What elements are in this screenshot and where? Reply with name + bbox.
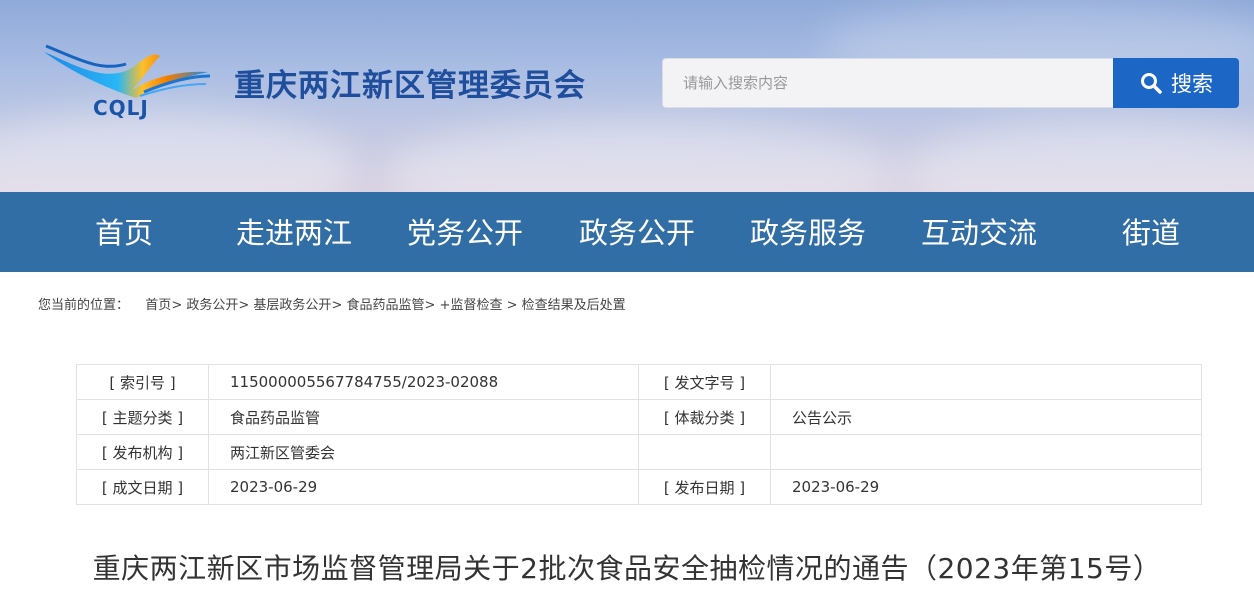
cqlj-logo-icon	[44, 44, 211, 98]
main-nav: 首页 走进两江 党务公开 政务公开 政务服务 互动交流 街道	[0, 192, 1254, 272]
meta-label: [ 发布机构 ]	[76, 434, 209, 470]
meta-label: [ 体裁分类 ]	[638, 399, 771, 435]
header-cloud	[900, 120, 1254, 192]
breadcrumb-item[interactable]: 检查结果及后处置	[522, 298, 626, 313]
nav-item-home[interactable]: 首页	[95, 192, 153, 272]
table-row: [ 主题分类 ] 食品药品监管 [ 体裁分类 ] 公告公示	[76, 399, 1202, 435]
search-input[interactable]	[662, 58, 1114, 108]
breadcrumb-item[interactable]: 基层政务公开	[253, 298, 331, 313]
breadcrumb-item[interactable]: 首页	[145, 298, 171, 313]
breadcrumb-item[interactable]: 政务公开	[186, 298, 238, 313]
logo-text: CQLJ	[93, 96, 149, 120]
meta-label: [ 成文日期 ]	[76, 469, 209, 505]
nav-item-government-affairs[interactable]: 政务公开	[579, 192, 695, 272]
meta-value: 公告公示	[770, 399, 1202, 435]
breadcrumb-separator: >	[506, 298, 518, 313]
meta-label: [ 主题分类 ]	[76, 399, 209, 435]
breadcrumb-separator: >	[424, 298, 436, 313]
article-title: 重庆两江新区市场监督管理局关于2批次食品安全抽检情况的通告（2023年第15号）	[92, 552, 1162, 585]
breadcrumb-item[interactable]: +监督检查	[440, 298, 503, 313]
breadcrumb-item[interactable]: 食品药品监管	[346, 298, 424, 313]
table-row: [ 发布机构 ] 两江新区管委会	[76, 434, 1202, 470]
breadcrumb-separator: >	[238, 298, 250, 313]
meta-label: [ 索引号 ]	[76, 364, 209, 400]
search-icon	[1141, 73, 1162, 94]
search-button[interactable]: 搜索	[1113, 58, 1239, 108]
nav-item-government-services[interactable]: 政务服务	[750, 192, 866, 272]
site-title[interactable]: 重庆两江新区管理委员会	[234, 60, 586, 105]
meta-value: 两江新区管委会	[208, 434, 639, 470]
search-button-label: 搜索	[1171, 72, 1213, 96]
breadcrumb-separator: >	[331, 298, 343, 313]
document-meta-table: [ 索引号 ] 115000005567784755/2023-02088 [ …	[76, 364, 1202, 505]
nav-item-interaction[interactable]: 互动交流	[921, 192, 1037, 272]
nav-item-about[interactable]: 走进两江	[236, 192, 352, 272]
meta-label	[638, 434, 771, 470]
breadcrumb: 您当前的位置： 首页> 政务公开> 基层政务公开> 食品药品监管> +监督检查 …	[38, 294, 626, 313]
meta-value: 2023-06-29	[208, 469, 639, 505]
site-header: CQLJ 重庆两江新区管理委员会 搜索	[0, 0, 1254, 192]
meta-value: 115000005567784755/2023-02088	[208, 364, 639, 400]
nav-item-party-affairs[interactable]: 党务公开	[407, 192, 523, 272]
meta-label: [ 发文字号 ]	[638, 364, 771, 400]
breadcrumb-separator: >	[171, 298, 183, 313]
breadcrumb-prefix: 您当前的位置：	[38, 298, 130, 313]
table-row: [ 成文日期 ] 2023-06-29 [ 发布日期 ] 2023-06-29	[76, 469, 1202, 505]
meta-value: 食品药品监管	[208, 399, 639, 435]
nav-item-streets[interactable]: 街道	[1122, 192, 1180, 272]
meta-label: [ 发布日期 ]	[638, 469, 771, 505]
meta-value	[770, 434, 1202, 470]
header-cloud	[380, 120, 900, 192]
meta-value	[770, 364, 1202, 400]
meta-value: 2023-06-29	[770, 469, 1202, 505]
table-row: [ 索引号 ] 115000005567784755/2023-02088 [ …	[76, 364, 1202, 400]
